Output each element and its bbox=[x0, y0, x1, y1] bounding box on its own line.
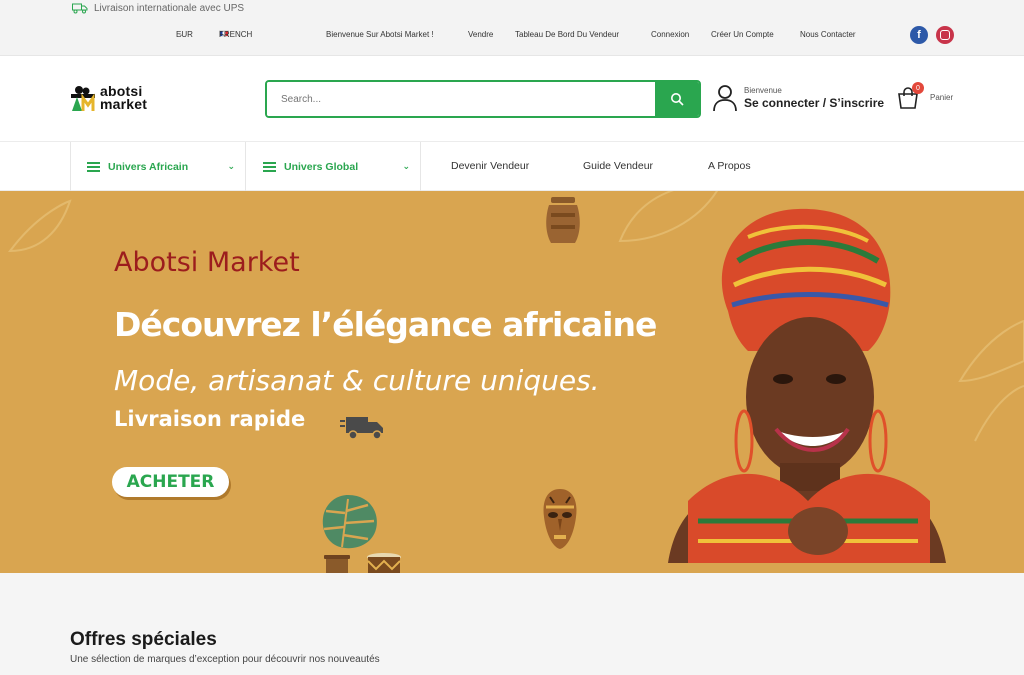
category-nav: Univers Africain ⌄ Univers Global ⌄ Deve… bbox=[0, 142, 1024, 191]
search-bar bbox=[265, 80, 701, 118]
offers-title: Offres spéciales bbox=[70, 629, 217, 650]
nav-link-about[interactable]: A Propos bbox=[708, 160, 751, 172]
facebook-icon[interactable]: f bbox=[910, 26, 928, 44]
logo-mark-icon bbox=[71, 86, 95, 111]
user-icon bbox=[713, 85, 737, 112]
search-icon bbox=[671, 93, 684, 106]
topnav-link-login[interactable]: Connexion bbox=[651, 30, 689, 39]
chevron-down-icon: ⌄ bbox=[221, 31, 227, 38]
topnav-link-sell[interactable]: Vendre bbox=[468, 30, 493, 39]
logo-line2: market bbox=[100, 96, 148, 112]
logo[interactable]: abotsi market bbox=[70, 84, 147, 112]
hero-banner[interactable]: Abotsi Market Découvrez l’élégance afric… bbox=[0, 191, 1024, 573]
african-mask-illustration bbox=[543, 489, 577, 549]
menu-icon bbox=[263, 161, 276, 172]
topnav-link-register[interactable]: Créer Un Compte bbox=[711, 30, 774, 39]
instagram-icon[interactable] bbox=[936, 26, 954, 44]
woman-portrait-image bbox=[668, 208, 946, 563]
monstera-leaf-illustration bbox=[322, 495, 377, 549]
category-label-african: Univers Africain bbox=[108, 160, 189, 173]
menu-icon bbox=[87, 161, 100, 172]
truck-icon bbox=[72, 3, 88, 14]
cart-label[interactable]: Panier bbox=[930, 93, 953, 102]
category-menu-global[interactable]: Univers Global ⌄ bbox=[246, 142, 421, 191]
hero-brand: Abotsi Market bbox=[114, 247, 300, 278]
topnav-link-contact[interactable]: Nous Contacter bbox=[800, 30, 856, 39]
chevron-down-icon: ⌄ bbox=[227, 161, 235, 171]
buy-button[interactable]: ACHETER bbox=[112, 467, 229, 497]
shipping-text: Livraison internationale avec UPS bbox=[94, 2, 245, 14]
special-offers-section: Offres spéciales Une sélection de marque… bbox=[0, 573, 1024, 675]
clay-pot-illustration bbox=[546, 197, 580, 243]
nav-link-become-vendor[interactable]: Devenir Vendeur bbox=[451, 160, 529, 172]
search-button[interactable] bbox=[655, 82, 699, 116]
category-menu-african[interactable]: Univers Africain ⌄ bbox=[70, 142, 246, 191]
account-welcome: Bienvenue bbox=[744, 86, 782, 95]
account-link[interactable]: Bienvenue Se connecter / S’inscrire bbox=[712, 84, 884, 112]
topnav-link-vendor-dashboard[interactable]: Tableau De Bord Du Vendeur bbox=[515, 30, 619, 39]
hero-tagline: Mode, artisanat & culture uniques. bbox=[114, 364, 600, 397]
offers-subtitle: Une sélection de marques d’exception pou… bbox=[70, 654, 380, 665]
search-input[interactable] bbox=[267, 82, 655, 116]
drum-illustration bbox=[324, 555, 350, 573]
cart-count-badge: 0 bbox=[912, 82, 924, 94]
shipping-notice: Livraison internationale avec UPS bbox=[72, 2, 244, 14]
hero-headline: Découvrez l’élégance africaine bbox=[114, 305, 657, 344]
nav-link-vendor-guide[interactable]: Guide Vendeur bbox=[583, 160, 653, 172]
cart-button[interactable]: 0 bbox=[896, 82, 924, 115]
account-login-register: Se connecter / S’inscrire bbox=[744, 96, 885, 110]
chevron-down-icon: ⌄ bbox=[178, 31, 184, 38]
hero-delivery-text: Livraison rapide bbox=[114, 407, 306, 431]
delivery-truck-icon bbox=[340, 417, 383, 440]
site-header: abotsi market Bienvenue Se connecter / S… bbox=[0, 56, 1024, 142]
topnav-link-welcome[interactable]: Bienvenue Sur Abotsi Market ! bbox=[326, 30, 434, 39]
category-label-global: Univers Global bbox=[284, 160, 359, 173]
chevron-down-icon: ⌄ bbox=[402, 161, 410, 171]
drum-illustration bbox=[367, 553, 401, 573]
top-bar: Livraison internationale avec UPS EUR ⌄ F… bbox=[0, 0, 1024, 56]
